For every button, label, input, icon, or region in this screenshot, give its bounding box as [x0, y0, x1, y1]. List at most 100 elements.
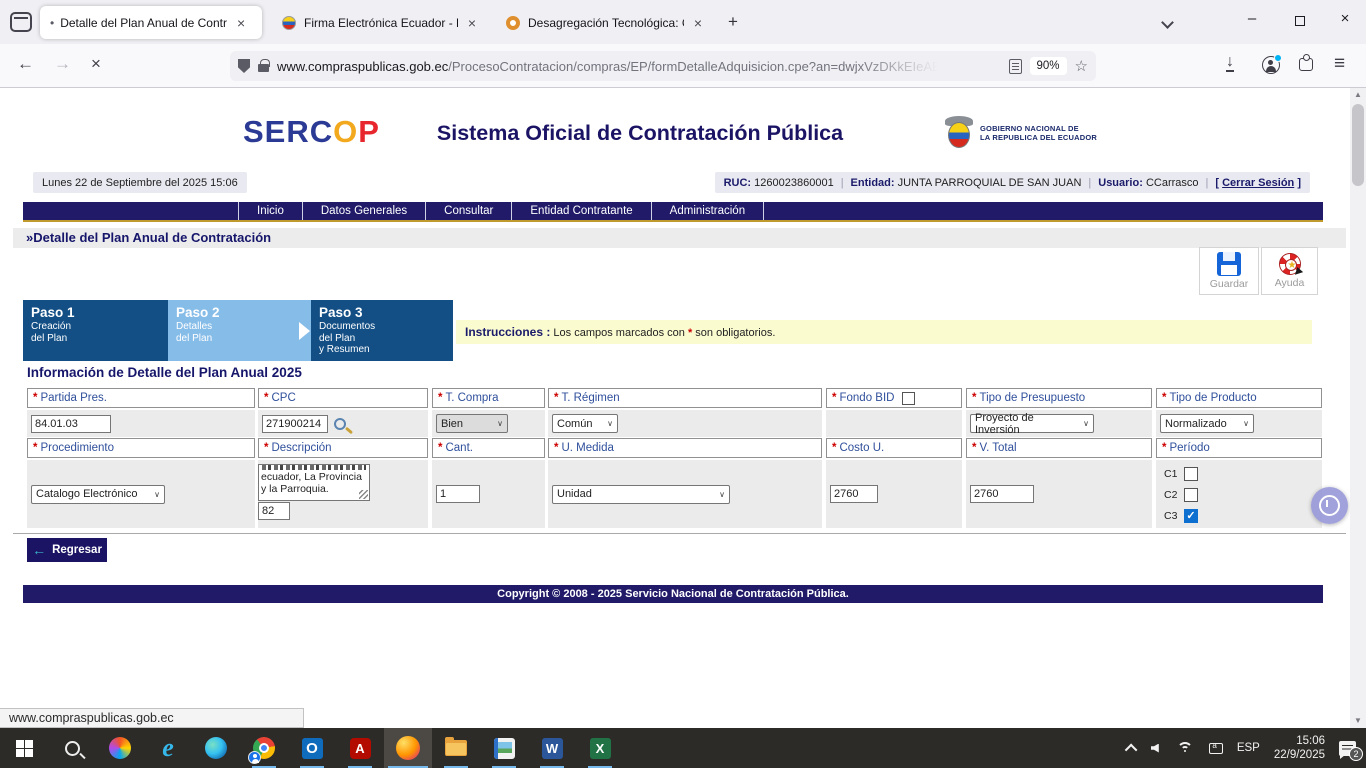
clock[interactable]: 15:06 22/9/2025: [1274, 734, 1325, 762]
taskbar-acrobat-button[interactable]: A: [336, 728, 384, 768]
lock-icon[interactable]: [258, 64, 269, 72]
taskbar-outlook-button[interactable]: O: [288, 728, 336, 768]
cpc-input[interactable]: 271900214: [262, 415, 328, 433]
tab-desagregacion[interactable]: Desagregación Tecnológica: Cál ×: [496, 6, 712, 39]
windows-logo-icon: [16, 740, 33, 757]
header-t-regimen: *T. Régimen: [548, 388, 822, 408]
close-tab-icon[interactable]: ×: [237, 15, 245, 31]
menu-item-administracion[interactable]: Administración: [651, 202, 764, 220]
window-maximize-button[interactable]: [1285, 13, 1315, 30]
logout-link[interactable]: Cerrar Sesión: [1222, 177, 1294, 189]
zoom-level-indicator[interactable]: 90%: [1030, 57, 1067, 75]
taskbar-excel-button[interactable]: X: [576, 728, 624, 768]
reader-mode-icon[interactable]: [1009, 59, 1022, 74]
v-total-input[interactable]: 2760: [970, 485, 1034, 503]
textarea-resize-grip-icon[interactable]: [359, 490, 368, 499]
action-center-icon[interactable]: 2: [1339, 741, 1356, 756]
taskbar-copilot-button[interactable]: [96, 728, 144, 768]
scroll-up-icon[interactable]: ▲: [1350, 88, 1366, 102]
descripcion-aux-input[interactable]: 82: [258, 502, 290, 520]
stop-loading-button[interactable]: ×: [91, 54, 101, 74]
ecuador-coat-of-arms-icon: [944, 116, 974, 150]
t-regimen-select[interactable]: Común∨: [552, 414, 618, 433]
new-tab-button[interactable]: +: [728, 12, 738, 32]
fondo-bid-checkbox[interactable]: ✓: [902, 392, 915, 405]
step-paso-2-current[interactable]: Paso 2 Detalles del Plan: [168, 300, 311, 361]
address-bar[interactable]: www.compraspublicas.gob.ec/ProcesoContra…: [230, 51, 1096, 81]
tipo-presupuesto-select[interactable]: Proyecto de Inversión∨: [970, 414, 1094, 433]
help-lifebuoy-icon: ★: [1279, 253, 1301, 275]
vertical-scrollbar[interactable]: ▲ ▼: [1350, 88, 1366, 728]
menu-item-consultar[interactable]: Consultar: [425, 202, 511, 220]
taskbar-photos-button[interactable]: [480, 728, 528, 768]
wifi-icon[interactable]: [1177, 742, 1195, 755]
menu-item-datos-generales[interactable]: Datos Generales: [302, 202, 425, 220]
close-tab-icon[interactable]: ×: [694, 15, 702, 31]
step-paso-1[interactable]: Paso 1 Creación del Plan: [23, 300, 168, 361]
taskbar-chrome-button[interactable]: [240, 728, 288, 768]
list-all-tabs-icon[interactable]: [1161, 16, 1174, 29]
account-icon[interactable]: [1262, 56, 1280, 74]
taskbar-edge-button[interactable]: [192, 728, 240, 768]
app-menu-icon[interactable]: ≡: [1334, 53, 1345, 75]
c1-checkbox[interactable]: ✓: [1184, 467, 1198, 481]
tab-title: Firma Electrónica Ecuador - Firm: [304, 16, 458, 30]
copilot-icon: [109, 737, 131, 759]
volume-icon[interactable]: [1151, 744, 1159, 753]
back-arrow-icon: ←: [32, 542, 46, 558]
display-connect-icon[interactable]: [1209, 743, 1223, 754]
procedimiento-select[interactable]: Catalogo Electrónico∨: [31, 485, 165, 504]
excel-icon: X: [590, 738, 611, 759]
downloads-icon[interactable]: ↓: [1226, 55, 1234, 72]
descripcion-textarea[interactable]: ecuador, La Provincia y la Parroquia.: [258, 464, 370, 501]
close-tab-icon[interactable]: ×: [468, 15, 476, 31]
taskbar-word-button[interactable]: W: [528, 728, 576, 768]
menu-item-entidad-contratante[interactable]: Entidad Contratante: [511, 202, 650, 220]
scroll-down-icon[interactable]: ▼: [1350, 714, 1366, 728]
partida-input[interactable]: 84.01.03: [31, 415, 111, 433]
usuario-value: CCarrasco: [1146, 177, 1199, 189]
c2-checkbox[interactable]: ✓: [1184, 488, 1198, 502]
taskbar-search-button[interactable]: [48, 728, 96, 768]
firefox-view-icon[interactable]: [10, 12, 32, 32]
tray-expand-chevron-icon[interactable]: [1125, 743, 1138, 756]
instructions-label: Instrucciones :: [465, 325, 550, 339]
t-compra-select[interactable]: Bien∨: [436, 414, 508, 433]
taskbar-file-explorer-button[interactable]: [432, 728, 480, 768]
scrollbar-thumb[interactable]: [1352, 104, 1364, 186]
taskbar-firefox-button[interactable]: [384, 728, 432, 768]
ayuda-label: Ayuda: [1275, 277, 1305, 289]
taskbar-ie-button[interactable]: e: [144, 728, 192, 768]
outlook-icon: O: [302, 738, 323, 759]
internet-explorer-icon: e: [162, 737, 174, 759]
url-text[interactable]: www.compraspublicas.gob.ec/ProcesoContra…: [277, 59, 1001, 74]
start-button[interactable]: [0, 728, 48, 768]
forward-button[interactable]: →: [54, 54, 71, 74]
u-medida-select[interactable]: Unidad∨: [552, 485, 730, 504]
costo-u-input[interactable]: 2760: [830, 485, 878, 503]
tracking-shield-icon[interactable]: [238, 59, 250, 73]
extensions-icon[interactable]: [1299, 58, 1313, 71]
back-button[interactable]: ←: [17, 54, 34, 74]
tipo-producto-select[interactable]: Normalizado∨: [1160, 414, 1254, 433]
regresar-button[interactable]: ← Regresar: [27, 538, 107, 562]
header-cant: *Cant.: [432, 438, 545, 458]
language-indicator[interactable]: ESP: [1237, 742, 1260, 754]
tab-firma-electronica[interactable]: Firma Electrónica Ecuador - Firm ×: [272, 6, 486, 39]
step-paso-3[interactable]: Paso 3 Documentos del Plan y Resumen: [311, 300, 453, 361]
menu-item-inicio[interactable]: Inicio: [238, 202, 302, 220]
cant-input[interactable]: 1: [436, 485, 480, 503]
tab-detalle-plan[interactable]: • Detalle del Plan Anual de Contr ×: [40, 6, 262, 39]
ayuda-button[interactable]: ★ Ayuda: [1261, 247, 1318, 295]
ecuador-favicon-icon: [282, 16, 296, 30]
floating-timer-widget[interactable]: [1311, 487, 1348, 524]
window-close-button[interactable]: ×: [1330, 10, 1360, 27]
c3-checkbox[interactable]: ✓: [1184, 509, 1198, 523]
unsaved-dot-icon: •: [50, 16, 54, 30]
header-tipo-producto: *Tipo de Producto: [1156, 388, 1322, 408]
window-minimize-button[interactable]: –: [1237, 10, 1267, 27]
chrome-profile-badge-icon: [248, 751, 261, 764]
bookmark-star-icon[interactable]: ☆: [1075, 57, 1088, 75]
guardar-button[interactable]: Guardar: [1199, 247, 1259, 295]
cpc-search-magnifier-icon[interactable]: [334, 418, 346, 430]
